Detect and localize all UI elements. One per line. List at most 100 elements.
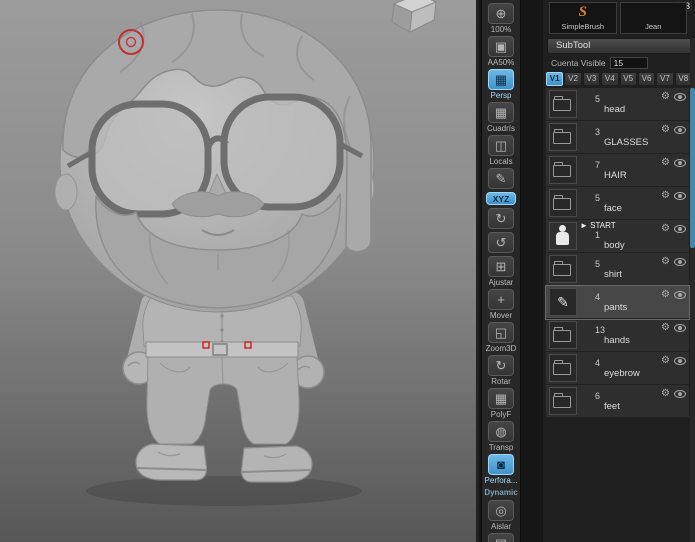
subtool-row[interactable]: 5 shirt ⚙ [546,253,689,286]
panel-scrollbar[interactable] [690,38,695,542]
shelf-button[interactable]: ◫ Locals [488,135,514,166]
gear-icon[interactable]: ⚙ [661,323,670,333]
visibility-tab[interactable]: V4 [601,72,619,86]
eye-visibility-icon[interactable] [674,291,686,299]
shelf-button[interactable]: ↻ Rotar [488,355,514,386]
shelf-button[interactable]: ↺ [488,232,514,254]
eye-visibility-icon[interactable] [674,126,686,134]
eye-visibility-icon[interactable] [674,258,686,266]
subtool-count: 7 [595,159,601,170]
eye-visibility-icon[interactable] [674,324,686,332]
visibility-tab-label: V7 [660,74,670,83]
shelf-button-label: Rotar [491,377,511,386]
shelf-button-icon: ↻ [488,208,514,229]
shelf-button-icon: ◍ [488,421,514,442]
shelf-button[interactable]: ◙ Perfora... [485,454,517,485]
subtool-thumbnail-icon[interactable] [549,189,577,217]
shelf-button[interactable]: ▦ PolyF [488,388,514,419]
visible-count-value[interactable]: 15 [609,56,648,69]
eye-visibility-icon[interactable] [674,390,686,398]
subtool-row[interactable]: 5 face ⚙ [546,187,689,220]
shelf-button[interactable]: ◱ Zoom3D [486,322,516,353]
subtool-meta: 4 eyebrow [580,358,661,379]
subtool-meta: ► START 1 body [580,221,661,251]
subtool-row-icons: ⚙ [661,92,687,102]
gear-icon[interactable]: ⚙ [661,224,670,234]
shelf-button-label: Cuadrís [486,124,515,133]
brush-thumbnail[interactable]: S SimpleBrush [549,2,617,34]
visibility-tab-label: V1 [549,74,560,83]
subtool-row-icons: ⚙ [661,323,687,333]
scrollbar-thumb[interactable] [690,88,695,248]
shelf-button[interactable]: ◎ Aislar [488,500,514,531]
subtool-thumbnail-icon[interactable] [549,222,577,250]
shelf-button-label: Transp [488,443,514,452]
visibility-tab[interactable]: V1 [546,72,564,86]
shelf-button[interactable]: ▣ AA50% [488,36,514,67]
gear-icon[interactable]: ⚙ [661,191,670,201]
shelf-button-label: 100% [490,25,512,34]
eye-visibility-icon[interactable] [674,357,686,365]
subtool-row[interactable]: 5 head ⚙ [546,88,689,121]
ground-shadow [86,476,362,506]
subtool-thumbnail-icon[interactable] [549,354,577,382]
shelf-button[interactable]: XYZ [486,192,516,206]
subtool-header[interactable]: SubTool [547,38,691,54]
subtool-row[interactable]: 3 GLASSES ⚙ [546,121,689,154]
gear-icon[interactable]: ⚙ [661,290,670,300]
shelf-button-icon: ▤ [487,533,514,542]
gear-icon[interactable]: ⚙ [661,257,670,267]
visibility-tab[interactable]: V6 [637,72,656,86]
subtool-row[interactable]: 13 hands ⚙ [546,319,689,352]
shelf-button[interactable]: ▤ Despiez... [483,533,519,542]
subtool-thumbnail-icon[interactable] [549,321,577,349]
brush-thumbnail[interactable]: Jean [619,2,687,34]
subtool-row[interactable]: 4 pants ⚙ [545,285,690,320]
shelf-button-icon: ✎ [488,168,514,189]
gear-icon[interactable]: ⚙ [661,92,670,102]
subtool-thumbnail-icon[interactable] [549,387,577,415]
shelf-button-icon: ⊕ [488,3,514,24]
gear-icon[interactable]: ⚙ [661,125,670,135]
shelf-button-label: Dynamic [484,488,518,497]
shelf-button[interactable]: ✎ [488,168,514,190]
subtool-row[interactable]: 7 HAIR ⚙ [546,154,689,187]
gear-icon[interactable]: ⚙ [661,389,670,399]
shelf-button[interactable]: ◍ Transp [488,421,514,452]
subtool-thumbnail-icon[interactable] [549,123,577,151]
shelf-button-label: Aislar [490,522,511,531]
subtool-row[interactable]: ► START 1 body ⚙ [546,220,689,253]
3d-viewport[interactable] [0,0,479,542]
gear-icon[interactable]: ⚙ [661,158,670,168]
brush-name: SimpleBrush [561,22,605,31]
eye-visibility-icon[interactable] [674,225,686,233]
visibility-tab-label: V8 [678,74,689,83]
shelf-button[interactable]: Dynamic [484,487,517,498]
visibility-tab[interactable]: V2 [564,72,582,86]
eye-visibility-icon[interactable] [674,192,686,200]
subtool-row-icons: ⚙ [661,125,687,135]
eye-visibility-icon[interactable] [674,159,686,167]
shelf-button[interactable]: ↻ [488,208,514,230]
shelf-button[interactable]: + Mover [488,289,514,320]
subtool-row[interactable]: 4 eyebrow ⚙ [546,352,689,385]
subtool-row[interactable]: 6 feet ⚙ [546,385,689,418]
gear-icon[interactable]: ⚙ [661,356,670,366]
shelf-button[interactable]: ⊞ Ajustar [488,256,514,287]
visibility-tab[interactable]: V3 [582,72,601,86]
subtool-thumbnail-icon[interactable] [549,90,577,118]
visibility-tab[interactable]: V7 [656,72,674,86]
eye-visibility-icon[interactable] [674,93,686,101]
subtool-row-icons: ⚙ [661,191,687,201]
shelf-button[interactable]: ▦ Persp [488,69,514,100]
subtool-count: 5 [595,258,601,269]
subtool-thumbnail-icon[interactable] [549,255,577,283]
subtool-thumbnail-icon[interactable] [549,288,577,316]
subtool-count: 5 [595,93,601,104]
subtool-meta: 4 pants [580,292,661,313]
shelf-button-icon: ▦ [488,388,514,409]
visibility-tab[interactable]: V5 [619,72,637,86]
subtool-thumbnail-icon[interactable] [549,156,577,184]
shelf-button[interactable]: ▦ Cuadrís [487,102,515,133]
shelf-button[interactable]: ⊕ 100% [488,3,514,34]
